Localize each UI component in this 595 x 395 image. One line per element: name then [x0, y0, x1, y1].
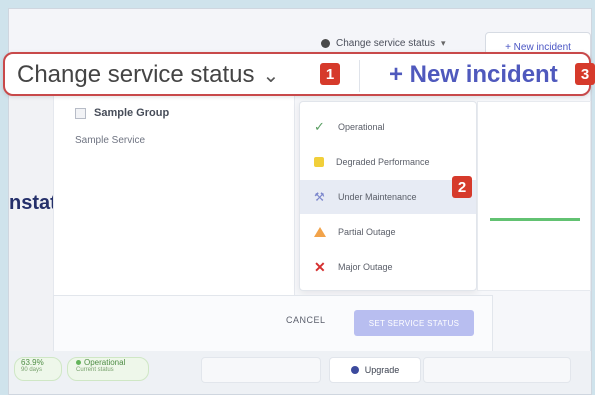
wrench-icon: ⚒ [314, 190, 325, 204]
cross-icon: ✕ [314, 258, 326, 275]
option-label: Major Outage [338, 262, 393, 272]
option-under-maintenance[interactable]: ⚒ Under Maintenance [300, 180, 476, 214]
chevron-down-icon: ▾ [440, 38, 446, 48]
operational-label: Operational [84, 358, 126, 367]
green-dot-icon [76, 360, 81, 365]
cancel-button[interactable]: CANCEL [286, 315, 326, 325]
zoom-divider [359, 60, 360, 92]
blurred-info-box [201, 357, 321, 383]
background-panel-right [477, 101, 591, 291]
service-name[interactable]: Sample Service [75, 135, 145, 146]
dialog-footer: CANCEL SET SERVICE STATUS [53, 295, 493, 353]
uptime-value: 63.9% [21, 358, 44, 367]
uptime-bar [490, 218, 580, 221]
uptime-period: 90 days [21, 367, 43, 373]
uptime-pill: 63.9% 90 days [14, 357, 62, 381]
callout-badge-3: 3 [575, 63, 595, 85]
callout-badge-2: 2 [452, 176, 472, 198]
callout-badge-1: 1 [320, 63, 340, 85]
zoom-change-service-status[interactable]: Change service status ⌄ [17, 61, 279, 89]
option-label: Partial Outage [338, 227, 396, 237]
option-label: Operational [338, 122, 385, 132]
zoom-change-service-status-label: Change service status [17, 61, 255, 88]
service-list-card [53, 65, 295, 302]
change-service-status-button[interactable]: Change service status ▾ [321, 38, 445, 49]
user-icon [350, 366, 359, 374]
blurred-action-box [423, 357, 571, 383]
upgrade-button[interactable]: Upgrade [329, 357, 421, 383]
option-partial-outage[interactable]: Partial Outage [300, 215, 476, 249]
change-service-status-label: Change service status [336, 38, 435, 49]
zoom-new-incident[interactable]: + New incident [389, 61, 558, 89]
upgrade-label: Upgrade [364, 365, 400, 375]
left-truncated-label: nstat [9, 192, 57, 214]
chevron-down-icon: ⌄ [262, 64, 280, 87]
current-status-label: Current status [76, 367, 114, 373]
group-title[interactable]: Sample Group [75, 107, 169, 119]
option-label: Degraded Performance [336, 157, 430, 167]
check-icon: ✓ [314, 119, 325, 134]
set-service-status-button[interactable]: SET SERVICE STATUS [354, 310, 474, 336]
warning-triangle-icon [314, 227, 326, 237]
group-checkbox-icon [75, 107, 86, 119]
left-strip [9, 65, 53, 385]
option-label: Under Maintenance [338, 192, 417, 202]
degraded-square-icon [314, 157, 324, 167]
status-dropdown-menu: ✓ Operational Degraded Performance ⚒ Und… [299, 101, 477, 291]
option-degraded-performance[interactable]: Degraded Performance [300, 145, 476, 179]
group-title-label: Sample Group [94, 107, 170, 119]
bottom-status-row: 63.9% 90 days Operational Current status… [9, 351, 591, 394]
option-major-outage[interactable]: ✕ Major Outage [300, 250, 476, 284]
option-operational[interactable]: ✓ Operational [300, 110, 476, 144]
pointer-dot-icon [321, 39, 330, 48]
operational-pill: Operational Current status [67, 357, 149, 381]
zoom-callout-bar: Change service status ⌄ + New incident [3, 52, 591, 96]
